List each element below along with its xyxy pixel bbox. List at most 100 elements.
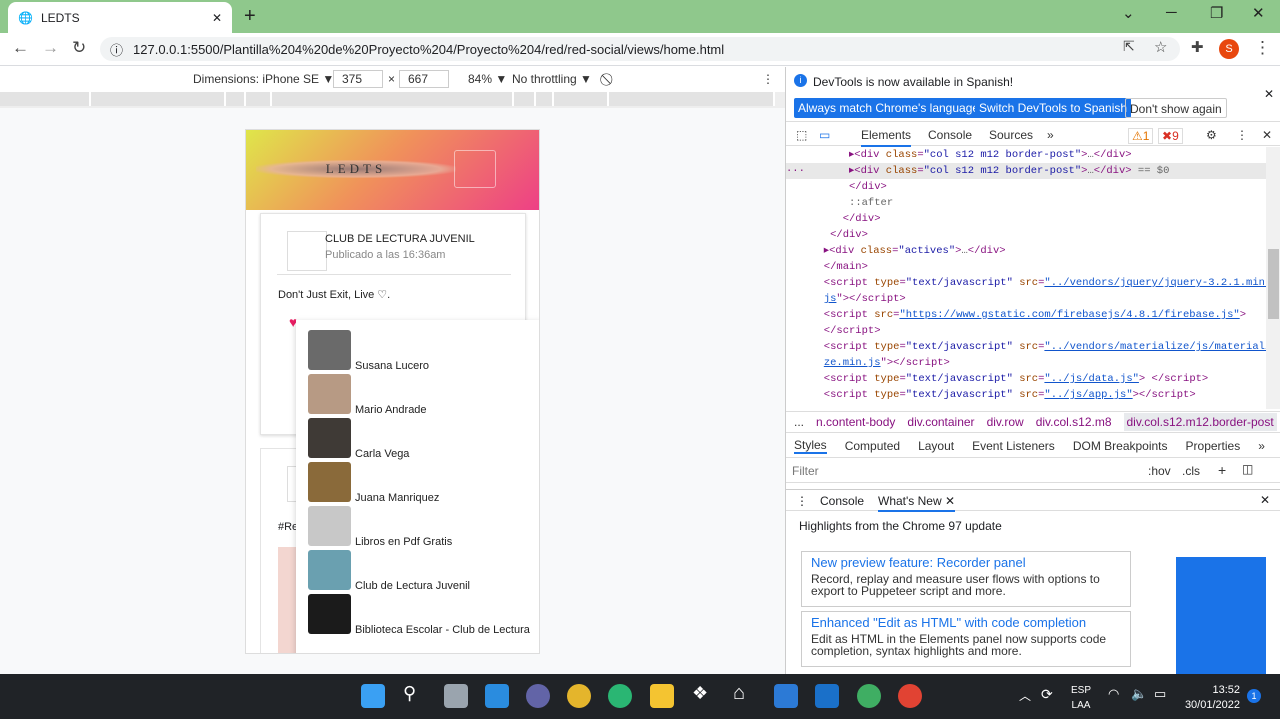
chrome-active-icon[interactable] xyxy=(898,684,922,708)
reload-icon[interactable]: ↻ xyxy=(72,38,86,58)
zoom-select[interactable]: 84% ▼ xyxy=(468,72,507,86)
dimensions-select[interactable]: Dimensions: iPhone SE ▼ xyxy=(193,72,334,86)
dont-show-button[interactable]: Don't show again xyxy=(1125,98,1227,118)
task-view-icon[interactable] xyxy=(444,684,468,708)
breadcrumb-ellipsis[interactable]: ... xyxy=(794,415,804,429)
menu-icon[interactable]: ⋮ xyxy=(1254,38,1271,58)
post-author[interactable]: CLUB DE LECTURA JUVENIL xyxy=(325,233,475,245)
breadcrumb-item[interactable]: div.col.s12.m12.border-post xyxy=(1123,413,1277,431)
breadcrumb-item[interactable]: div.container xyxy=(907,415,974,429)
news-card[interactable]: New preview feature: Recorder panel Reco… xyxy=(801,551,1131,607)
close-tab-icon[interactable]: ✕ xyxy=(212,11,222,25)
news-title[interactable]: New preview feature: Recorder panel xyxy=(811,556,1121,569)
clock[interactable]: 13:52 30/01/2022 xyxy=(1180,683,1240,713)
more-options-icon[interactable]: ⋮ xyxy=(762,72,774,86)
tab-computed[interactable]: Computed xyxy=(845,439,900,453)
address-bar[interactable]: ⓘ 127.0.0.1:5500/Plantilla%204%20de%20Pr… xyxy=(100,37,1180,61)
extensions-icon[interactable]: ✚ xyxy=(1191,38,1204,56)
chat-icon[interactable] xyxy=(526,684,550,708)
new-tab-button[interactable]: + xyxy=(244,5,256,28)
file-explorer-icon[interactable] xyxy=(650,684,674,708)
close-window-button[interactable]: ✕ xyxy=(1252,4,1265,22)
height-input[interactable]: 667 xyxy=(399,70,449,88)
maximize-button[interactable]: ❐ xyxy=(1210,4,1223,22)
more-tabs-icon[interactable]: » xyxy=(1047,128,1054,142)
dom-tree[interactable]: ▸<div class="col s12 m12 border-post">…<… xyxy=(786,147,1266,409)
tab-styles[interactable]: Styles xyxy=(794,438,827,454)
chrome-icon[interactable] xyxy=(567,684,591,708)
tab-sources[interactable]: Sources xyxy=(989,128,1033,142)
width-input[interactable]: 375 xyxy=(333,70,383,88)
news-title[interactable]: Enhanced "Edit as HTML" with code comple… xyxy=(811,616,1121,629)
hov-toggle[interactable]: :hov xyxy=(1148,464,1171,478)
start-icon[interactable] xyxy=(361,684,385,708)
info-icon[interactable]: ⓘ xyxy=(110,40,123,59)
github-icon[interactable]: ⌂ xyxy=(733,682,745,705)
breadcrumb-item[interactable]: div.row xyxy=(987,415,1024,429)
more-tabs-icon[interactable]: » xyxy=(1258,439,1265,453)
news-card[interactable]: Enhanced "Edit as HTML" with code comple… xyxy=(801,611,1131,667)
minimize-button[interactable]: ─ xyxy=(1166,4,1177,21)
language-indicator[interactable]: ESP LAA xyxy=(1071,683,1091,713)
list-item[interactable]: Biblioteca Escolar - Club de Lectura xyxy=(308,594,538,638)
close-devtools-icon[interactable]: ✕ xyxy=(1262,128,1272,142)
scrollbar[interactable] xyxy=(1266,147,1280,409)
device-mode-icon[interactable]: ▭ xyxy=(819,128,830,142)
devtools-panel: i DevTools is now available in Spanish! … xyxy=(785,67,1280,674)
list-item[interactable]: Club de Lectura Juvenil xyxy=(308,550,538,594)
tab-properties[interactable]: Properties xyxy=(1186,439,1241,453)
battery-icon[interactable]: ▭ xyxy=(1154,686,1166,702)
share-icon[interactable]: ⇱ xyxy=(1123,38,1135,55)
inspect-icon[interactable]: ⬚ xyxy=(796,128,807,142)
forward-icon[interactable]: → xyxy=(42,38,59,58)
sidebar-toggle-icon[interactable]: ◫ xyxy=(1242,462,1253,476)
chevron-up-icon[interactable]: ︿ xyxy=(1019,687,1031,704)
breadcrumb-item[interactable]: div.col.s12.m8 xyxy=(1036,415,1112,429)
list-item[interactable]: Libros en Pdf Gratis xyxy=(308,506,538,550)
widgets-icon[interactable] xyxy=(485,684,509,708)
breadcrumb-item[interactable]: n.content-body xyxy=(816,415,895,429)
volume-icon[interactable]: 🔈 xyxy=(1131,686,1147,702)
media-query-bar[interactable] xyxy=(0,92,785,108)
tab-elements[interactable]: Elements xyxy=(861,128,912,147)
cls-toggle[interactable]: .cls xyxy=(1182,464,1200,478)
drawer-tab-whats-new[interactable]: What's New ✕ xyxy=(878,494,956,512)
tab-layout[interactable]: Layout xyxy=(918,439,954,453)
drawer-menu-icon[interactable]: ⋮ xyxy=(796,494,808,508)
notification-badge[interactable]: 1 xyxy=(1247,689,1261,703)
list-item[interactable]: Mario Andrade xyxy=(308,374,538,418)
list-item[interactable]: Susana Lucero xyxy=(308,330,538,374)
back-icon[interactable]: ← xyxy=(12,38,29,58)
vscode-icon[interactable] xyxy=(774,684,798,708)
match-language-button[interactable]: Always match Chrome's language xyxy=(794,98,984,118)
settings-gear-icon[interactable]: ⚙ xyxy=(1206,128,1217,142)
site-logo[interactable]: LEDTS xyxy=(256,160,456,178)
warning-count[interactable]: ⚠1 xyxy=(1128,128,1154,144)
mail-icon[interactable] xyxy=(815,684,839,708)
error-count[interactable]: ✖9 xyxy=(1158,128,1183,144)
list-item[interactable]: Carla Vega xyxy=(308,418,538,462)
close-drawer-icon[interactable]: ✕ xyxy=(1260,493,1270,507)
tab-console[interactable]: Console xyxy=(928,128,972,142)
tab-search-icon[interactable]: ⌄ xyxy=(1122,4,1135,22)
star-icon[interactable]: ☆ xyxy=(1154,38,1167,56)
profile-avatar[interactable]: S xyxy=(1219,39,1239,59)
edge-icon[interactable] xyxy=(608,684,632,708)
list-item[interactable]: Juana Manriquez xyxy=(308,462,538,506)
browser-tab[interactable]: 🌐 LEDTS ✕ xyxy=(8,2,232,33)
search-icon[interactable]: ⚲ xyxy=(403,683,416,704)
filter-input[interactable]: Filter xyxy=(792,464,819,478)
sync-icon[interactable]: ⟳ xyxy=(1041,686,1053,703)
dropbox-icon[interactable]: ❖ xyxy=(692,683,708,704)
tab-dom-breakpoints[interactable]: DOM Breakpoints xyxy=(1073,439,1168,453)
switch-language-button[interactable]: Switch DevTools to Spanish xyxy=(975,98,1132,118)
chrome-profile-icon[interactable] xyxy=(857,684,881,708)
wifi-icon[interactable]: ◠ xyxy=(1108,686,1119,702)
add-rule-icon[interactable]: + xyxy=(1218,462,1226,478)
close-infobar-icon[interactable]: ✕ xyxy=(1264,87,1274,101)
drawer-tab-console[interactable]: Console xyxy=(820,494,864,508)
menu-button[interactable] xyxy=(454,150,496,188)
tab-event-listeners[interactable]: Event Listeners xyxy=(972,439,1055,453)
throttling-select[interactable]: No throttling ▼ xyxy=(512,72,592,86)
devtools-menu-icon[interactable]: ⋮ xyxy=(1236,128,1248,142)
